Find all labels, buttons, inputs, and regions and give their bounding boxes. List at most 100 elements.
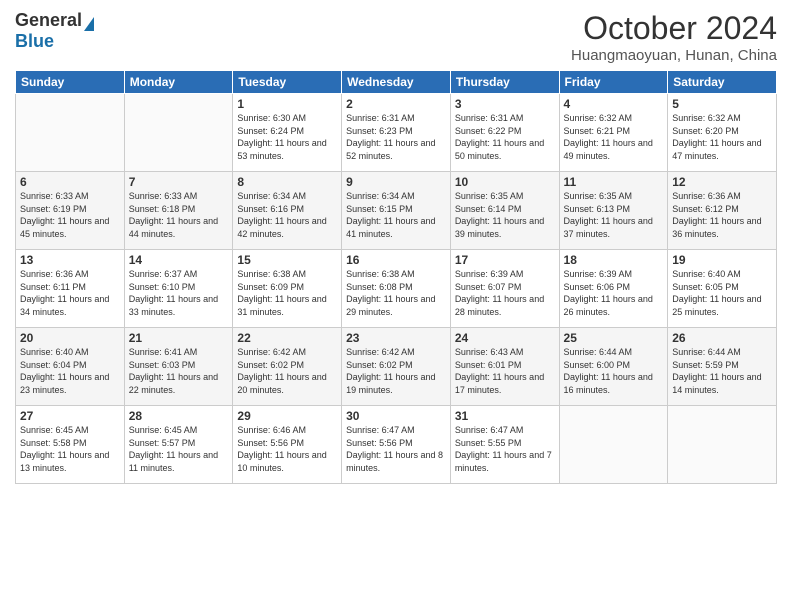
col-friday: Friday [559,71,668,94]
logo-blue: Blue [15,31,54,52]
day-number: 31 [455,409,555,423]
day-info: Sunrise: 6:30 AMSunset: 6:24 PMDaylight:… [237,112,337,162]
day-number: 29 [237,409,337,423]
day-number: 12 [672,175,772,189]
calendar-week-row: 1Sunrise: 6:30 AMSunset: 6:24 PMDaylight… [16,94,777,172]
day-number: 10 [455,175,555,189]
col-sunday: Sunday [16,71,125,94]
table-row: 18Sunrise: 6:39 AMSunset: 6:06 PMDayligh… [559,250,668,328]
table-row: 29Sunrise: 6:46 AMSunset: 5:56 PMDayligh… [233,406,342,484]
day-info: Sunrise: 6:40 AMSunset: 6:05 PMDaylight:… [672,268,772,318]
table-row: 30Sunrise: 6:47 AMSunset: 5:56 PMDayligh… [342,406,451,484]
table-row: 24Sunrise: 6:43 AMSunset: 6:01 PMDayligh… [450,328,559,406]
day-number: 21 [129,331,229,345]
table-row [668,406,777,484]
day-number: 19 [672,253,772,267]
day-info: Sunrise: 6:36 AMSunset: 6:11 PMDaylight:… [20,268,120,318]
table-row: 16Sunrise: 6:38 AMSunset: 6:08 PMDayligh… [342,250,451,328]
table-row: 13Sunrise: 6:36 AMSunset: 6:11 PMDayligh… [16,250,125,328]
table-row: 27Sunrise: 6:45 AMSunset: 5:58 PMDayligh… [16,406,125,484]
day-number: 15 [237,253,337,267]
day-number: 8 [237,175,337,189]
day-number: 18 [564,253,664,267]
day-info: Sunrise: 6:41 AMSunset: 6:03 PMDaylight:… [129,346,229,396]
day-info: Sunrise: 6:35 AMSunset: 6:13 PMDaylight:… [564,190,664,240]
table-row: 23Sunrise: 6:42 AMSunset: 6:02 PMDayligh… [342,328,451,406]
day-info: Sunrise: 6:38 AMSunset: 6:08 PMDaylight:… [346,268,446,318]
day-info: Sunrise: 6:39 AMSunset: 6:06 PMDaylight:… [564,268,664,318]
day-info: Sunrise: 6:40 AMSunset: 6:04 PMDaylight:… [20,346,120,396]
col-tuesday: Tuesday [233,71,342,94]
month-title: October 2024 [571,10,777,47]
day-info: Sunrise: 6:44 AMSunset: 6:00 PMDaylight:… [564,346,664,396]
day-number: 23 [346,331,446,345]
calendar-week-row: 20Sunrise: 6:40 AMSunset: 6:04 PMDayligh… [16,328,777,406]
day-info: Sunrise: 6:32 AMSunset: 6:21 PMDaylight:… [564,112,664,162]
day-number: 28 [129,409,229,423]
table-row: 12Sunrise: 6:36 AMSunset: 6:12 PMDayligh… [668,172,777,250]
table-row: 1Sunrise: 6:30 AMSunset: 6:24 PMDaylight… [233,94,342,172]
day-number: 16 [346,253,446,267]
table-row: 5Sunrise: 6:32 AMSunset: 6:20 PMDaylight… [668,94,777,172]
table-row: 4Sunrise: 6:32 AMSunset: 6:21 PMDaylight… [559,94,668,172]
col-monday: Monday [124,71,233,94]
table-row: 31Sunrise: 6:47 AMSunset: 5:55 PMDayligh… [450,406,559,484]
day-number: 14 [129,253,229,267]
day-info: Sunrise: 6:33 AMSunset: 6:18 PMDaylight:… [129,190,229,240]
calendar-week-row: 6Sunrise: 6:33 AMSunset: 6:19 PMDaylight… [16,172,777,250]
col-saturday: Saturday [668,71,777,94]
day-number: 3 [455,97,555,111]
day-info: Sunrise: 6:42 AMSunset: 6:02 PMDaylight:… [237,346,337,396]
table-row: 11Sunrise: 6:35 AMSunset: 6:13 PMDayligh… [559,172,668,250]
day-number: 2 [346,97,446,111]
calendar-week-row: 27Sunrise: 6:45 AMSunset: 5:58 PMDayligh… [16,406,777,484]
title-section: October 2024 Huangmaoyuan, Hunan, China [571,10,777,64]
table-row: 6Sunrise: 6:33 AMSunset: 6:19 PMDaylight… [16,172,125,250]
day-info: Sunrise: 6:37 AMSunset: 6:10 PMDaylight:… [129,268,229,318]
day-number: 9 [346,175,446,189]
location-title: Huangmaoyuan, Hunan, China [571,47,777,64]
day-info: Sunrise: 6:47 AMSunset: 5:55 PMDaylight:… [455,424,555,474]
col-thursday: Thursday [450,71,559,94]
header: General Blue October 2024 Huangmaoyuan, … [15,10,777,64]
table-row: 25Sunrise: 6:44 AMSunset: 6:00 PMDayligh… [559,328,668,406]
day-info: Sunrise: 6:45 AMSunset: 5:57 PMDaylight:… [129,424,229,474]
day-number: 25 [564,331,664,345]
day-number: 6 [20,175,120,189]
table-row: 28Sunrise: 6:45 AMSunset: 5:57 PMDayligh… [124,406,233,484]
day-info: Sunrise: 6:34 AMSunset: 6:15 PMDaylight:… [346,190,446,240]
day-number: 20 [20,331,120,345]
table-row: 22Sunrise: 6:42 AMSunset: 6:02 PMDayligh… [233,328,342,406]
table-row: 2Sunrise: 6:31 AMSunset: 6:23 PMDaylight… [342,94,451,172]
page: General Blue October 2024 Huangmaoyuan, … [0,0,792,612]
day-number: 17 [455,253,555,267]
table-row [16,94,125,172]
table-row: 14Sunrise: 6:37 AMSunset: 6:10 PMDayligh… [124,250,233,328]
day-info: Sunrise: 6:35 AMSunset: 6:14 PMDaylight:… [455,190,555,240]
table-row: 15Sunrise: 6:38 AMSunset: 6:09 PMDayligh… [233,250,342,328]
calendar-week-row: 13Sunrise: 6:36 AMSunset: 6:11 PMDayligh… [16,250,777,328]
day-info: Sunrise: 6:31 AMSunset: 6:22 PMDaylight:… [455,112,555,162]
col-wednesday: Wednesday [342,71,451,94]
logo: General Blue [15,10,94,52]
day-info: Sunrise: 6:39 AMSunset: 6:07 PMDaylight:… [455,268,555,318]
day-info: Sunrise: 6:45 AMSunset: 5:58 PMDaylight:… [20,424,120,474]
day-number: 26 [672,331,772,345]
table-row: 19Sunrise: 6:40 AMSunset: 6:05 PMDayligh… [668,250,777,328]
day-info: Sunrise: 6:32 AMSunset: 6:20 PMDaylight:… [672,112,772,162]
logo-triangle-icon [84,17,94,31]
day-number: 4 [564,97,664,111]
day-number: 5 [672,97,772,111]
day-info: Sunrise: 6:38 AMSunset: 6:09 PMDaylight:… [237,268,337,318]
calendar-header-row: Sunday Monday Tuesday Wednesday Thursday… [16,71,777,94]
table-row: 8Sunrise: 6:34 AMSunset: 6:16 PMDaylight… [233,172,342,250]
table-row: 21Sunrise: 6:41 AMSunset: 6:03 PMDayligh… [124,328,233,406]
day-number: 13 [20,253,120,267]
day-info: Sunrise: 6:34 AMSunset: 6:16 PMDaylight:… [237,190,337,240]
table-row [124,94,233,172]
day-number: 30 [346,409,446,423]
day-number: 1 [237,97,337,111]
day-info: Sunrise: 6:43 AMSunset: 6:01 PMDaylight:… [455,346,555,396]
table-row: 17Sunrise: 6:39 AMSunset: 6:07 PMDayligh… [450,250,559,328]
table-row [559,406,668,484]
